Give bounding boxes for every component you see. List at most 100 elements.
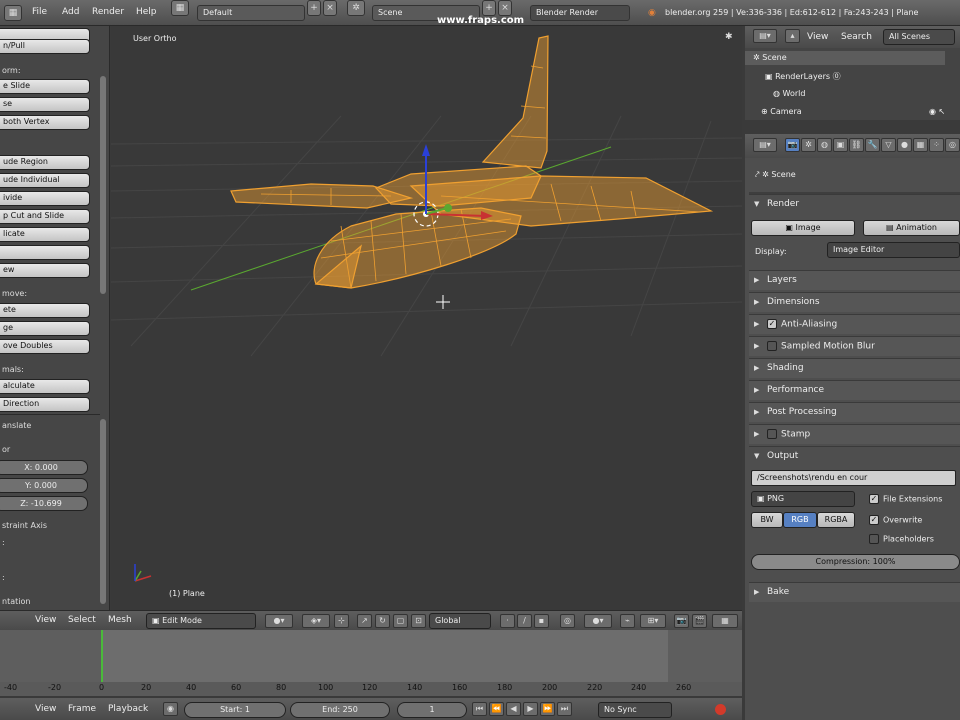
menu-add[interactable]: Add bbox=[62, 7, 79, 17]
color-mode-rgba[interactable]: RGBA bbox=[817, 512, 855, 528]
color-mode-bw[interactable]: BW bbox=[751, 512, 783, 528]
play-reverse-icon[interactable]: ◀ bbox=[506, 702, 521, 716]
layers-icon[interactable]: ▦ bbox=[712, 614, 738, 628]
vector-x-field[interactable]: X: 0.000 bbox=[0, 460, 88, 475]
shading-panel[interactable]: ▶ Shading bbox=[749, 358, 960, 378]
current-frame-field[interactable]: 1 bbox=[397, 702, 467, 718]
tool-button-duplicate[interactable]: licate bbox=[0, 227, 90, 242]
outliner-item-scene[interactable]: ✲ Scene bbox=[753, 53, 787, 62]
placeholders-checkbox[interactable] bbox=[869, 534, 879, 544]
proportional-edit-icon[interactable]: ◎ bbox=[560, 614, 575, 628]
tool-button-loop-cut[interactable]: p Cut and Slide bbox=[0, 209, 90, 224]
output-panel-header[interactable]: ▼ Output bbox=[749, 446, 960, 466]
render-engine-select[interactable]: Blender Render bbox=[530, 5, 630, 21]
tool-button-merge[interactable]: ge bbox=[0, 321, 90, 336]
render-still-icon[interactable]: 📷 bbox=[674, 614, 689, 628]
prev-keyframe-icon[interactable]: ⏪ bbox=[489, 702, 504, 716]
constraints-tab-icon[interactable]: ⛓ bbox=[849, 138, 864, 152]
editor-type-icon[interactable]: ▦ bbox=[4, 5, 22, 21]
dimensions-panel[interactable]: ▶ Dimensions bbox=[749, 292, 960, 312]
material-tab-icon[interactable]: ● bbox=[897, 138, 912, 152]
play-icon[interactable]: ▶ bbox=[523, 702, 538, 716]
menu-render[interactable]: Render bbox=[92, 7, 124, 17]
viewport-corner-icon[interactable]: ✱ bbox=[725, 32, 733, 42]
tool-button-edge-slide[interactable]: e Slide bbox=[0, 79, 90, 94]
performance-panel[interactable]: ▶ Performance bbox=[749, 380, 960, 400]
render-tab-icon[interactable]: 📷 bbox=[785, 138, 800, 152]
timeline-area[interactable] bbox=[0, 630, 742, 696]
layers-panel[interactable]: ▶ Layers bbox=[749, 270, 960, 290]
outliner-item-camera[interactable]: ⊕ Camera bbox=[761, 107, 802, 116]
scale-icon[interactable]: ▢ bbox=[393, 614, 408, 628]
properties-editor-icon[interactable]: ▤▾ bbox=[753, 138, 777, 152]
tool-button-delete[interactable]: ete bbox=[0, 303, 90, 318]
scene-tab-icon[interactable]: ✲ bbox=[801, 138, 816, 152]
viewport-canvas[interactable] bbox=[111, 26, 742, 610]
keyframe-icon[interactable]: ◉ bbox=[163, 702, 178, 716]
jump-end-icon[interactable]: ⏭ bbox=[557, 702, 572, 716]
sync-select[interactable]: No Sync bbox=[598, 702, 672, 718]
overwrite-option[interactable]: ✓ Overwrite bbox=[869, 515, 922, 525]
placeholders-option[interactable]: Placeholders bbox=[869, 534, 934, 544]
translate-icon[interactable]: ↗ bbox=[357, 614, 372, 628]
particles-tab-icon[interactable]: ⁘ bbox=[929, 138, 944, 152]
snap-element-icon[interactable]: ⊞▾ bbox=[640, 614, 666, 628]
orientation-select[interactable]: Global bbox=[429, 613, 491, 629]
tool-button-extrude-region[interactable]: ude Region bbox=[0, 155, 90, 170]
remove-scene-icon[interactable]: × bbox=[498, 0, 512, 16]
tool-button-recalculate[interactable]: alculate bbox=[0, 379, 90, 394]
tool-button-flip-direction[interactable]: Direction bbox=[0, 397, 90, 412]
post-processing-panel[interactable]: ▶ Post Processing bbox=[749, 402, 960, 422]
falloff-select-icon[interactable]: ●▾ bbox=[584, 614, 612, 628]
tool-button-noise[interactable]: se bbox=[0, 97, 90, 112]
toolshelf-scrollbar[interactable] bbox=[100, 76, 106, 294]
bake-panel[interactable]: ▶ Bake bbox=[749, 582, 960, 602]
add-layout-icon[interactable]: + bbox=[307, 0, 321, 16]
start-frame-field[interactable]: Start: 1 bbox=[184, 702, 286, 718]
modifiers-tab-icon[interactable]: 🔧 bbox=[865, 138, 880, 152]
screen-layout-field[interactable]: Default bbox=[197, 5, 305, 21]
world-tab-icon[interactable]: ◍ bbox=[817, 138, 832, 152]
jump-start-icon[interactable]: ⏮ bbox=[472, 702, 487, 716]
outliner-toggle-icon[interactable]: ▴ bbox=[785, 29, 800, 43]
render-image-button[interactable]: ▣ Image bbox=[751, 220, 855, 236]
output-path-field[interactable]: /Screenshots\rendu en cour bbox=[751, 470, 956, 486]
motion-blur-checkbox[interactable] bbox=[767, 341, 777, 351]
file-extensions-checkbox[interactable]: ✓ bbox=[869, 494, 879, 504]
render-animation-button[interactable]: ▤ Animation bbox=[863, 220, 960, 236]
3d-viewport[interactable]: User Ortho ✱ (1) Plane bbox=[111, 26, 742, 610]
outliner-item-renderlayers[interactable]: ▣ RenderLayers ⓪ bbox=[765, 71, 841, 82]
render-panel-header[interactable]: ▼ Render bbox=[749, 194, 960, 214]
color-mode-rgb[interactable]: RGB bbox=[783, 512, 817, 528]
menu-help[interactable]: Help bbox=[136, 7, 157, 17]
data-tab-icon[interactable]: ▽ bbox=[881, 138, 896, 152]
file-extensions-option[interactable]: ✓ File Extensions bbox=[869, 494, 942, 504]
screen-layout-icon[interactable]: ▦ bbox=[171, 0, 189, 16]
vector-y-field[interactable]: Y: 0.000 bbox=[0, 478, 88, 493]
tool-button-screw[interactable]: ew bbox=[0, 263, 90, 278]
display-select[interactable]: Image Editor bbox=[827, 242, 960, 258]
vector-z-field[interactable]: Z: -10.699 bbox=[0, 496, 88, 511]
file-format-select[interactable]: ▣ PNG bbox=[751, 491, 855, 507]
manipulator-icon[interactable]: ⊹ bbox=[334, 614, 349, 628]
add-scene-icon[interactable]: + bbox=[482, 0, 496, 16]
tool-button-subdivide[interactable]: ivide bbox=[0, 191, 90, 206]
tool-button-push-pull[interactable]: n/Pull bbox=[0, 39, 90, 54]
shading-select-icon[interactable]: ●▾ bbox=[265, 614, 293, 628]
stamp-checkbox[interactable] bbox=[767, 429, 777, 439]
mode-select[interactable]: ▣ Edit Mode bbox=[146, 613, 256, 629]
rotate-icon[interactable]: ↻ bbox=[375, 614, 390, 628]
anti-aliasing-checkbox[interactable]: ✓ bbox=[767, 319, 777, 329]
texture-tab-icon[interactable]: ▦ bbox=[913, 138, 928, 152]
outliner-editor-icon[interactable]: ▤▾ bbox=[753, 29, 777, 43]
transform-orientation-icon[interactable]: ⊡ bbox=[411, 614, 426, 628]
camera-restrict-icon[interactable]: ⓪ bbox=[830, 72, 841, 81]
menu-view[interactable]: View bbox=[35, 615, 56, 625]
timeline-menu-playback[interactable]: Playback bbox=[108, 704, 148, 714]
stamp-panel[interactable]: ▶ Stamp bbox=[749, 424, 960, 444]
timeline-menu-frame[interactable]: Frame bbox=[68, 704, 96, 714]
menu-mesh[interactable]: Mesh bbox=[108, 615, 132, 625]
physics-tab-icon[interactable]: ◎ bbox=[945, 138, 960, 152]
menu-select[interactable]: Select bbox=[68, 615, 96, 625]
motion-blur-panel[interactable]: ▶ Sampled Motion Blur bbox=[749, 336, 960, 356]
